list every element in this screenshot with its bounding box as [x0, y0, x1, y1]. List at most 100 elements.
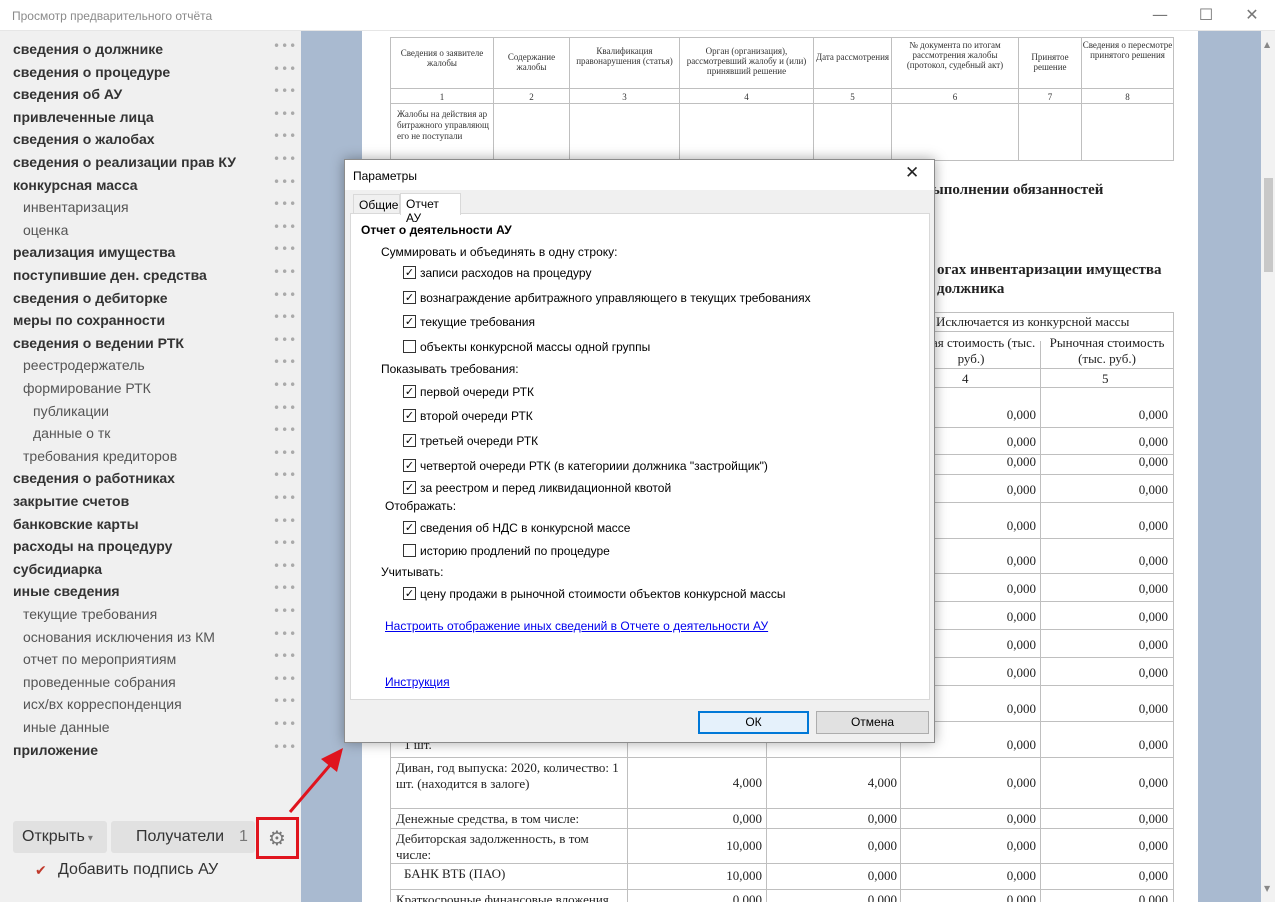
checkbox-box[interactable]: ✓	[403, 459, 416, 472]
more-options-icon[interactable]: •••	[273, 175, 297, 189]
more-options-icon[interactable]: •••	[273, 446, 297, 460]
checkbox-box[interactable]: ✓	[403, 291, 416, 304]
instruction-link[interactable]: Инструкция	[385, 675, 450, 689]
checkbox-box[interactable]	[403, 544, 416, 557]
sidebar-item[interactable]: реализация имущества •••	[0, 242, 301, 264]
dialog-close-button[interactable]: ✕	[905, 163, 919, 183]
checkbox-box[interactable]: ✓	[403, 315, 416, 328]
table-col-number: 4	[962, 371, 969, 386]
scrollbar-thumb[interactable]	[1264, 178, 1273, 272]
more-options-icon[interactable]: •••	[273, 694, 297, 708]
more-options-icon[interactable]: •••	[273, 672, 297, 686]
dialog-titlebar: Параметры ✕	[345, 160, 934, 190]
more-options-icon[interactable]: •••	[273, 514, 297, 528]
open-button[interactable]: Открыть ▾	[13, 821, 107, 853]
add-signature-checkbox[interactable]: ✔ Добавить подпись АУ	[35, 861, 218, 883]
sidebar-item[interactable]: иные данные •••	[0, 717, 301, 739]
more-options-icon[interactable]: •••	[273, 627, 297, 641]
more-options-icon[interactable]: •••	[273, 468, 297, 482]
close-window-button[interactable]: ✕	[1229, 0, 1275, 31]
sidebar-item[interactable]: оценка •••	[0, 220, 301, 242]
checkbox-box[interactable]: ✓	[403, 409, 416, 422]
more-options-icon[interactable]: •••	[273, 604, 297, 618]
sidebar-item[interactable]: конкурсная масса •••	[0, 175, 301, 197]
checkbox-box[interactable]: ✓	[403, 434, 416, 447]
checkbox-box[interactable]: ✓	[403, 385, 416, 398]
more-options-icon[interactable]: •••	[273, 197, 297, 211]
more-options-icon[interactable]: •••	[273, 242, 297, 256]
more-options-icon[interactable]: •••	[273, 62, 297, 76]
more-options-icon[interactable]: •••	[273, 39, 297, 53]
recipients-button[interactable]: Получатели 1	[111, 821, 255, 853]
table-grid	[900, 721, 1174, 722]
sidebar-item[interactable]: сведения о дебиторке •••	[0, 288, 301, 310]
more-options-icon[interactable]: •••	[273, 310, 297, 324]
more-options-icon[interactable]: •••	[273, 152, 297, 166]
sidebar-item[interactable]: сведения об АУ •••	[0, 84, 301, 106]
more-options-icon[interactable]: •••	[273, 220, 297, 234]
more-options-icon[interactable]: •••	[273, 84, 297, 98]
sidebar-item[interactable]: исх/вх корреспонденция •••	[0, 694, 301, 716]
sidebar-item[interactable]: расходы на процедуру •••	[0, 536, 301, 558]
sidebar-item[interactable]: текущие требования •••	[0, 604, 301, 626]
more-options-icon[interactable]: •••	[273, 423, 297, 437]
more-options-icon[interactable]: •••	[273, 581, 297, 595]
sidebar-item[interactable]: закрытие счетов •••	[0, 491, 301, 513]
sidebar-item[interactable]: требования кредиторов •••	[0, 446, 301, 468]
sidebar-item[interactable]: привлеченные лица •••	[0, 107, 301, 129]
more-options-icon[interactable]: •••	[273, 333, 297, 347]
more-options-icon[interactable]: •••	[273, 401, 297, 415]
sidebar-item[interactable]: данные о тк •••	[0, 423, 301, 445]
sidebar-item[interactable]: приложение •••	[0, 740, 301, 762]
more-options-icon[interactable]: •••	[273, 536, 297, 550]
more-options-icon[interactable]: •••	[273, 288, 297, 302]
more-options-icon[interactable]: •••	[273, 107, 297, 121]
tab-general[interactable]: Общие	[353, 194, 400, 214]
checkbox-box[interactable]: ✓	[403, 587, 416, 600]
more-options-icon[interactable]: •••	[273, 559, 297, 573]
sidebar-item[interactable]: банковские карты •••	[0, 514, 301, 536]
sidebar-item[interactable]: поступившие ден. средства •••	[0, 265, 301, 287]
checkbox-box[interactable]: ✓	[403, 521, 416, 534]
sidebar-item[interactable]: сведения о реализации прав КУ •••	[0, 152, 301, 174]
scroll-down-arrow-icon[interactable]: ▼	[1264, 884, 1270, 893]
sidebar-item[interactable]: сведения о жалобах •••	[0, 129, 301, 151]
sidebar-item-label: приложение	[13, 741, 99, 758]
more-options-icon[interactable]: •••	[273, 717, 297, 731]
minimize-button[interactable]: —	[1137, 0, 1183, 31]
sidebar-item-label: основания исключения из КМ	[23, 628, 215, 645]
maximize-button[interactable]: ☐	[1183, 0, 1229, 31]
more-options-icon[interactable]: •••	[273, 355, 297, 369]
settings-button[interactable]: ⚙	[256, 817, 299, 859]
tab-report-au[interactable]: Отчет АУ	[400, 193, 461, 225]
sidebar-item[interactable]: проведенные собрания •••	[0, 672, 301, 694]
sidebar-item[interactable]: инвентаризация •••	[0, 197, 301, 219]
checkbox-box[interactable]: ✓	[403, 266, 416, 279]
sidebar-item[interactable]: основания исключения из КМ •••	[0, 627, 301, 649]
sidebar-item[interactable]: сведения о должнике •••	[0, 39, 301, 61]
more-options-icon[interactable]: •••	[273, 265, 297, 279]
sidebar-item[interactable]: сведения о работниках •••	[0, 468, 301, 490]
scroll-up-arrow-icon[interactable]: ▲	[1264, 40, 1270, 49]
sidebar-item[interactable]: отчет по мероприятиям •••	[0, 649, 301, 671]
more-options-icon[interactable]: •••	[273, 491, 297, 505]
sidebar-item[interactable]: меры по сохранности •••	[0, 310, 301, 332]
sidebar-item[interactable]: иные сведения •••	[0, 581, 301, 603]
sidebar-item[interactable]: сведения о ведении РТК •••	[0, 333, 301, 355]
checkbox-box[interactable]: ✓	[403, 481, 416, 494]
vertical-scrollbar[interactable]	[1261, 31, 1275, 902]
sidebar-item[interactable]: формирование РТК •••	[0, 378, 301, 400]
sidebar-item[interactable]: реестродержатель •••	[0, 355, 301, 377]
more-options-icon[interactable]: •••	[273, 378, 297, 392]
checkbox-box[interactable]	[403, 340, 416, 353]
table-grid	[900, 538, 1174, 539]
sidebar-item[interactable]: субсидиарка •••	[0, 559, 301, 581]
more-options-icon[interactable]: •••	[273, 649, 297, 663]
more-options-icon[interactable]: •••	[273, 740, 297, 754]
configure-other-info-link[interactable]: Настроить отображение иных сведений в От…	[385, 619, 768, 633]
sidebar-item[interactable]: публикации •••	[0, 401, 301, 423]
more-options-icon[interactable]: •••	[273, 129, 297, 143]
ok-button[interactable]: ОК	[698, 711, 809, 734]
sidebar-item[interactable]: сведения о процедуре •••	[0, 62, 301, 84]
cancel-button[interactable]: Отмена	[816, 711, 929, 734]
